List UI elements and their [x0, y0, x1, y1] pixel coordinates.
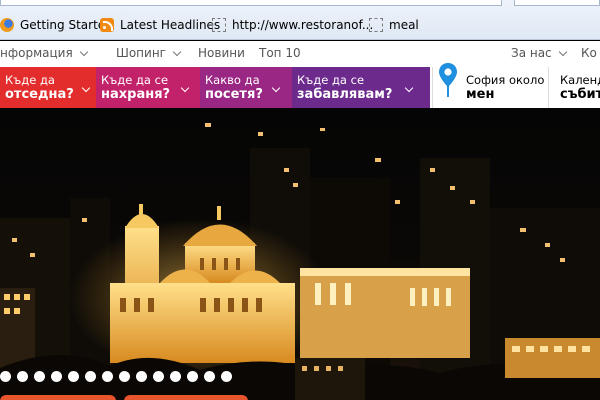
slider-dot[interactable]	[17, 371, 28, 382]
slider-pagination	[0, 371, 238, 385]
rss-icon	[100, 18, 114, 32]
nav-top10-label: Топ 10	[259, 46, 301, 60]
bookmark-getting-started[interactable]: Getting Started	[0, 16, 113, 34]
chevron-down-icon	[79, 47, 88, 56]
bookmark-label: Getting Started	[20, 18, 113, 32]
tab-line1: София около	[466, 73, 545, 87]
slider-dot[interactable]	[102, 371, 113, 382]
bookmark-latest-headlines[interactable]: Latest Headlines	[100, 16, 220, 34]
nav-shopping-label: Шопинг	[116, 46, 166, 60]
chevron-down-icon	[558, 47, 567, 56]
slider-dot[interactable]	[119, 371, 130, 382]
bookmark-label: Latest Headlines	[120, 18, 221, 32]
blank-page-icon	[212, 18, 226, 32]
tab-line2: посетя?	[205, 87, 263, 102]
slider-dot[interactable]	[187, 371, 198, 382]
bookmarks-bar: Getting Started Latest Headlines http://…	[0, 0, 600, 40]
nav-about-label: За нас	[511, 46, 552, 60]
address-bar-edge[interactable]	[0, 0, 502, 6]
bottom-action-button-left[interactable]	[0, 395, 116, 400]
nav-shopping[interactable]: Шопинг	[116, 46, 182, 60]
slider-dot[interactable]	[136, 371, 147, 382]
top-navigation: нформация Шопинг Новини Топ 10 За нас Ко	[0, 41, 600, 67]
nav-about[interactable]: За нас	[511, 46, 567, 60]
firefox-icon	[0, 18, 14, 32]
slider-dot[interactable]	[51, 371, 62, 382]
blank-page-icon	[369, 18, 383, 32]
nav-news[interactable]: Новини	[198, 46, 245, 60]
tab-line1: Календ	[560, 73, 600, 87]
nav-info[interactable]: нформация	[0, 46, 88, 60]
bookmark-restoranof[interactable]: http://www.restoranof...	[212, 16, 373, 34]
slider-dot[interactable]	[68, 371, 79, 382]
slider-dot[interactable]	[153, 371, 164, 382]
nav-contact[interactable]: Ко	[581, 46, 597, 60]
slider-dot[interactable]	[221, 371, 232, 382]
slider-dot[interactable]	[34, 371, 45, 382]
tab-where-to-have-fun[interactable]: Къде да се забавлявам?	[292, 67, 430, 108]
slider-dot[interactable]	[85, 371, 96, 382]
nav-info-label: нформация	[0, 46, 73, 60]
bottom-action-button-right[interactable]	[124, 395, 248, 400]
tab-line2: мен	[466, 87, 495, 102]
category-tabs: Къде да отседна? Къде да се нахраня? Как…	[0, 67, 600, 108]
slider-dot[interactable]	[204, 371, 215, 382]
nav-news-label: Новини	[198, 46, 245, 60]
location-pin-icon	[439, 63, 457, 97]
search-bar-edge[interactable]	[514, 0, 600, 6]
nav-top10[interactable]: Топ 10	[259, 46, 301, 60]
slider-dot[interactable]	[170, 371, 181, 382]
tab-line2: събит	[560, 87, 600, 102]
tab-what-to-visit[interactable]: Какво да посетя?	[200, 67, 292, 108]
bookmark-label: meal	[389, 18, 419, 32]
tab-line1: Къде да	[5, 73, 55, 87]
hero-image	[0, 108, 600, 400]
tab-line1: Какво да	[205, 73, 260, 87]
tab-where-to-stay[interactable]: Къде да отседна?	[0, 67, 96, 108]
tab-events-calendar[interactable]: Календ събит	[548, 67, 600, 108]
tab-where-to-eat[interactable]: Къде да се нахраня?	[96, 67, 200, 108]
slider-dot[interactable]	[0, 371, 11, 382]
bookmark-label: http://www.restoranof...	[232, 18, 374, 32]
nav-contact-label: Ко	[581, 46, 597, 60]
bookmark-meal[interactable]: meal	[369, 16, 419, 34]
chevron-down-icon	[172, 47, 182, 56]
city-night-illustration	[0, 123, 600, 400]
